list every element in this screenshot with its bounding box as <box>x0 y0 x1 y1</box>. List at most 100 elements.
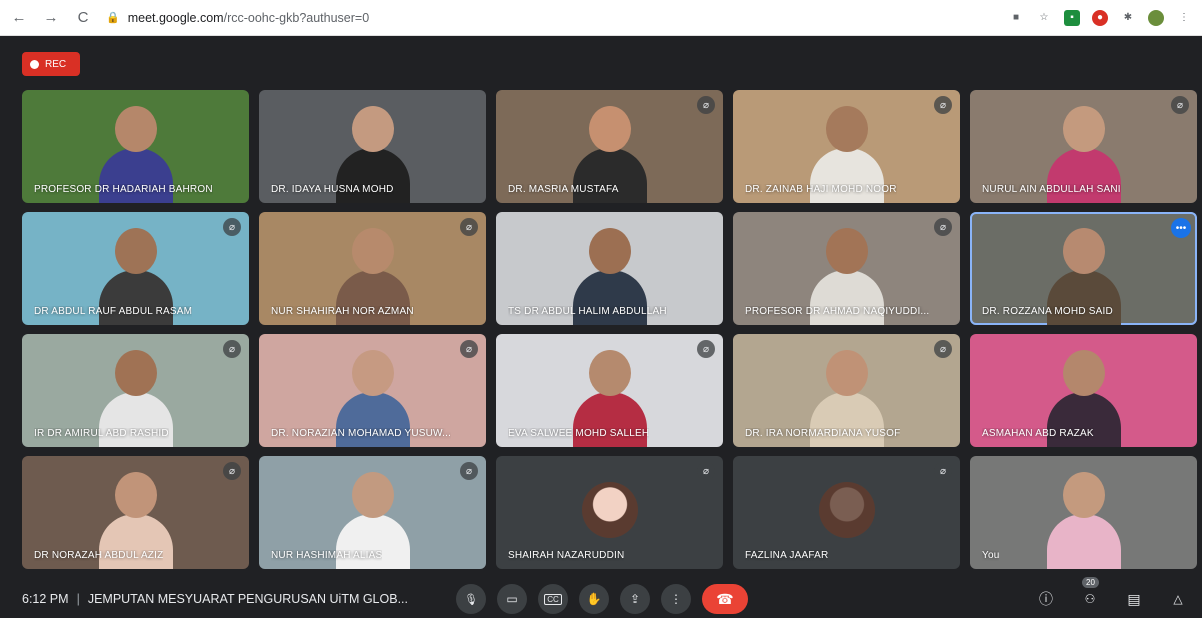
leave-call-button[interactable]: ☎ <box>702 584 748 614</box>
meeting-details: 6:12 PM | JEMPUTAN MESYUARAT PENGURUSAN … <box>22 592 408 606</box>
participant-name: DR. IRA NORMARDIANA YUSOF <box>745 428 901 439</box>
mic-off-icon: ⌀ <box>460 340 478 358</box>
meeting-time: 6:12 PM <box>22 592 69 606</box>
extension-green-icon[interactable]: ▪ <box>1064 9 1080 26</box>
mic-off-icon: ⌀ <box>697 96 715 114</box>
participant-tile[interactable]: DR. IDAYA HUSNA MOHD <box>259 90 486 203</box>
reload-icon[interactable]: C <box>74 9 92 26</box>
recording-badge: REC <box>22 52 80 76</box>
captions-icon: CC <box>544 593 562 605</box>
participant-tile[interactable]: PROFESOR DR HADARIAH BAHRON <box>22 90 249 203</box>
participant-name: DR. MASRIA MUSTAFA <box>508 184 619 195</box>
participant-video <box>1046 466 1121 569</box>
participant-name: DR NORAZAH ABDUL AZIZ <box>34 550 164 561</box>
participant-tile[interactable]: ••• DR. ROZZANA MOHD SAID <box>970 212 1197 325</box>
participant-tile[interactable]: ⌀ PROFESOR DR AHMAD NAQIYUDDI... <box>733 212 960 325</box>
participant-grid: PROFESOR DR HADARIAH BAHRON DR. IDAYA HUS… <box>22 90 1200 572</box>
participant-name: NUR HASHIMAH ALIAS <box>271 550 383 561</box>
mic-off-icon: ⌀ <box>697 340 715 358</box>
microphone-icon: 🎙 <box>464 593 478 606</box>
present-button[interactable]: ⇪ <box>620 584 650 614</box>
participant-name: PROFESOR DR AHMAD NAQIYUDDI... <box>745 306 930 317</box>
raise-hand-button[interactable]: ✋ <box>579 584 609 614</box>
participant-name: TS DR ABDUL HALIM ABDULLAH <box>508 306 667 317</box>
participant-name: NURUL AIN ABDULLAH SANI <box>982 184 1121 195</box>
participant-tile[interactable]: ⌀ NURUL AIN ABDULLAH SANI <box>970 90 1197 203</box>
meeting-separator: | <box>76 592 80 606</box>
url-host: meet.google.com <box>127 10 224 25</box>
participant-tile[interactable]: TS DR ABDUL HALIM ABDULLAH <box>496 212 723 325</box>
camera-button[interactable]: ▭ <box>497 584 527 614</box>
participant-tile[interactable]: ⌀ IR DR AMIRUL ABD RASHID <box>22 334 249 447</box>
chat-button[interactable]: ▤ <box>1124 589 1144 609</box>
participant-tile[interactable]: ⌀ DR. NORAZIAN MOHAMAD YUSUW... <box>259 334 486 447</box>
mic-off-icon: ⌀ <box>934 340 952 358</box>
call-controls: 🎙 ▭ CC ✋ ⇪ ⋮ ☎ <box>456 580 748 618</box>
more-vert-icon: ⋮ <box>670 592 682 606</box>
microphone-button[interactable]: 🎙 <box>456 584 486 614</box>
activities-button[interactable]: △ <box>1168 589 1188 609</box>
mic-off-icon: ⌀ <box>934 218 952 236</box>
back-icon[interactable]: ← <box>10 9 28 26</box>
address-bar[interactable]: 🔒 meet.google.com /rcc-oohc-gkb?authuser… <box>106 5 369 31</box>
participant-avatar <box>581 482 638 538</box>
mic-off-icon: ⌀ <box>460 218 478 236</box>
participant-tile[interactable]: ⌀ NUR HASHIMAH ALIAS <box>259 456 486 569</box>
mic-off-icon: ⌀ <box>223 218 241 236</box>
end-call-icon: ☎ <box>716 590 734 607</box>
activities-icon: △ <box>1173 592 1183 606</box>
present-icon: ⇪ <box>629 592 641 606</box>
mic-off-icon: ⌀ <box>223 340 241 358</box>
recording-dot-icon <box>30 59 39 69</box>
mic-off-icon: ⌀ <box>460 462 478 480</box>
participant-tile[interactable]: ⌀ FAZLINA JAAFAR <box>733 456 960 569</box>
participant-name: FAZLINA JAAFAR <box>745 550 829 561</box>
more-options-button[interactable]: ⋮ <box>661 584 691 614</box>
extension-red-icon[interactable]: ● <box>1092 9 1108 26</box>
camera-icon: ▭ <box>506 592 518 606</box>
participant-tile[interactable]: ASMAHAN ABD RAZAK <box>970 334 1197 447</box>
participant-avatar <box>818 482 875 538</box>
forward-icon[interactable]: → <box>42 9 60 26</box>
participant-name: DR. ROZZANA MOHD SAID <box>982 306 1113 317</box>
participant-tile[interactable]: ⌀ EVA SALWEE MOHD SALLEH <box>496 334 723 447</box>
people-button[interactable]: 20 ⚇ <box>1080 577 1100 609</box>
participant-name: IR DR AMIRUL ABD RASHID <box>34 428 169 439</box>
tile-more-options-icon[interactable]: ••• <box>1171 218 1191 238</box>
extensions-area: ■ ☆ ▪ ● ✱ ⋮ <box>1008 9 1192 26</box>
profile-avatar-icon[interactable] <box>1148 9 1164 26</box>
participant-name: NUR SHAHIRAH NOR AZMAN <box>271 306 414 317</box>
camera-indicator-icon[interactable]: ■ <box>1008 10 1024 26</box>
people-count-badge: 20 <box>1082 577 1099 588</box>
browser-menu-icon[interactable]: ⋮ <box>1176 10 1192 26</box>
bookmark-star-icon[interactable]: ☆ <box>1036 10 1052 26</box>
participant-tile[interactable]: ⌀ DR. IRA NORMARDIANA YUSOF <box>733 334 960 447</box>
mic-off-icon: ⌀ <box>223 462 241 480</box>
info-icon: ⓘ <box>1039 591 1053 607</box>
people-icon: ⚇ <box>1084 592 1096 606</box>
participant-tile[interactable]: ⌀ DR NORAZAH ABDUL AZIZ <box>22 456 249 569</box>
participant-name: DR. IDAYA HUSNA MOHD <box>271 184 394 195</box>
captions-button[interactable]: CC <box>538 584 568 614</box>
nav-buttons: ← → C <box>10 9 92 26</box>
participant-name: DR. NORAZIAN MOHAMAD YUSUW... <box>271 428 452 439</box>
recording-label: REC <box>45 58 67 70</box>
meeting-bottom-bar: 6:12 PM | JEMPUTAN MESYUARAT PENGURUSAN … <box>0 577 1202 618</box>
participant-tile[interactable]: ⌀ DR ABDUL RAUF ABDUL RASAM <box>22 212 249 325</box>
participant-tile[interactable]: ⌀ DR. MASRIA MUSTAFA <box>496 90 723 203</box>
participant-tile[interactable]: ⌀ DR. ZAINAB HAJI MOHD NOOR <box>733 90 960 203</box>
participant-tile[interactable]: You <box>970 456 1197 569</box>
extensions-puzzle-icon[interactable]: ✱ <box>1120 10 1136 26</box>
meeting-info-button[interactable]: ⓘ <box>1036 589 1056 609</box>
side-panel-buttons: ⓘ 20 ⚇ ▤ △ <box>1036 577 1188 618</box>
participant-name: PROFESOR DR HADARIAH BAHRON <box>34 184 213 195</box>
meeting-title: JEMPUTAN MESYUARAT PENGURUSAN UiTM GLOB.… <box>87 592 408 606</box>
participant-name: DR ABDUL RAUF ABDUL RASAM <box>34 306 193 317</box>
participant-name: DR. ZAINAB HAJI MOHD NOOR <box>745 184 897 195</box>
participant-tile[interactable]: ⌀ SHAIRAH NAZARUDDIN <box>496 456 723 569</box>
mic-off-icon: ⌀ <box>934 96 952 114</box>
participant-tile[interactable]: ⌀ NUR SHAHIRAH NOR AZMAN <box>259 212 486 325</box>
lock-icon[interactable]: 🔒 <box>106 11 120 24</box>
browser-toolbar: ← → C 🔒 meet.google.com /rcc-oohc-gkb?au… <box>0 0 1202 36</box>
participant-name: ASMAHAN ABD RAZAK <box>982 428 1094 439</box>
